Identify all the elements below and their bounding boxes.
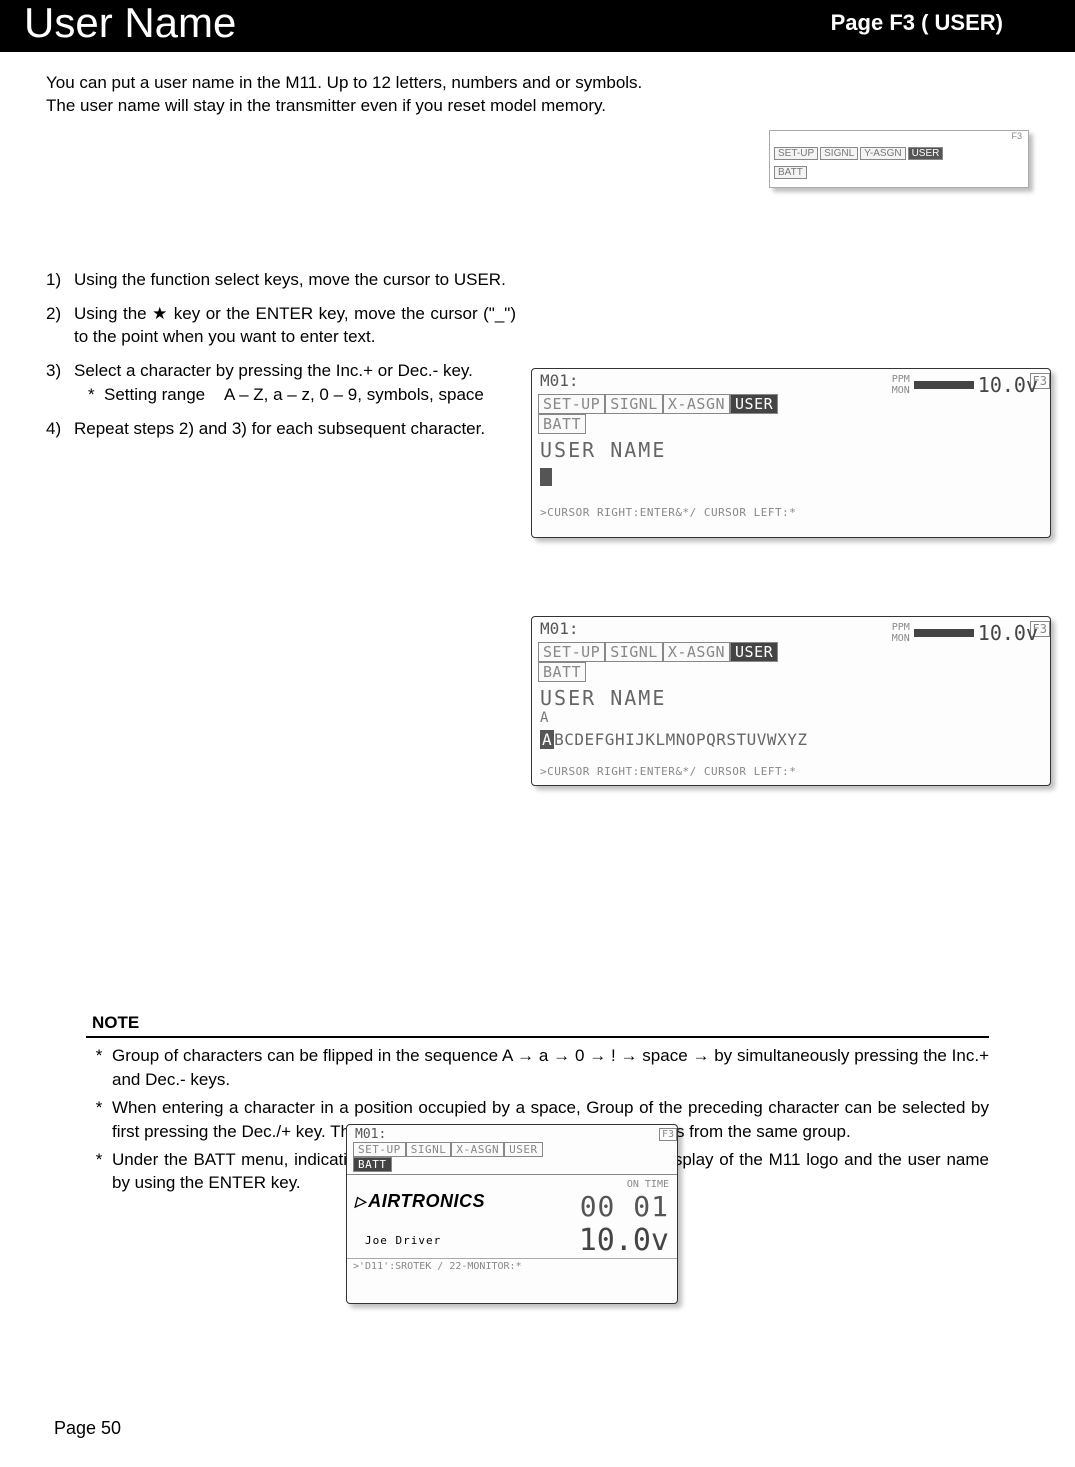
corner-tab-batt: BATT bbox=[774, 166, 807, 179]
user-name-label-2: USER NAME bbox=[540, 686, 1042, 710]
corner-fs-label: F3 bbox=[770, 131, 1028, 141]
bullet-star: * bbox=[86, 1044, 112, 1092]
tab-setup-2: SET-UP bbox=[538, 642, 605, 662]
tab-signl: SIGNL bbox=[605, 394, 663, 414]
screenshot-1: M01: F3 PPMMON 10.0v SET-UP SIGNL X-ASGN… bbox=[531, 368, 1051, 538]
corner-tab-yasgn: Y-ASGN bbox=[860, 147, 905, 160]
note-divider bbox=[86, 1036, 989, 1038]
fs-badge-3: F3 bbox=[659, 1128, 677, 1141]
page-label: Page F3 ( USER) bbox=[831, 10, 1063, 36]
step-4-body: Repeat steps 2) and 3) for each subseque… bbox=[74, 417, 516, 441]
intro-text: You can put a user name in the M11. Up t… bbox=[46, 72, 766, 118]
mo1-label: M01: bbox=[540, 371, 579, 390]
step-3: 3) Select a character by pressing the In… bbox=[46, 359, 516, 407]
corner-tab-setup: SET-UP bbox=[774, 147, 818, 160]
voltage-reading-1: 10.0v bbox=[978, 373, 1044, 397]
step-3-sub-star: * bbox=[88, 383, 104, 407]
intro-line-1: You can put a user name in the M11. Up t… bbox=[46, 72, 766, 95]
tab-xasgn-3: X-ASGN bbox=[451, 1142, 504, 1157]
tab-setup-3: SET-UP bbox=[353, 1142, 406, 1157]
tab-user-3: USER bbox=[504, 1142, 543, 1157]
tab-setup: SET-UP bbox=[538, 394, 605, 414]
help-line-1: >CURSOR RIGHT:ENTER&*/ CURSOR LEFT:* bbox=[540, 506, 1042, 519]
page-number: Page 50 bbox=[54, 1418, 121, 1439]
user-name-label-1: USER NAME bbox=[540, 438, 1042, 462]
user-name-value: Joe Driver bbox=[355, 1234, 441, 1247]
corner-screenshot: F3 SET-UP SIGNL Y-ASGN USER BATT bbox=[769, 130, 1029, 188]
note-1: Group of characters can be flipped in th… bbox=[112, 1044, 989, 1092]
tab-user-2: USER bbox=[730, 642, 778, 662]
arrow-icon: ▷ bbox=[355, 1193, 366, 1210]
tab-xasgn: X-ASGN bbox=[663, 394, 730, 414]
step-3-body: Select a character by pressing the Inc.+… bbox=[74, 361, 473, 380]
gauge-bar bbox=[914, 381, 974, 389]
tab-signl-3: SIGNL bbox=[406, 1142, 452, 1157]
tab-signl-2: SIGNL bbox=[605, 642, 663, 662]
step-3-sub-label: Setting range bbox=[104, 383, 224, 407]
step-1-num: 1) bbox=[46, 268, 74, 292]
mo1-label-3: M01: bbox=[355, 1127, 386, 1142]
voltage-reading-3: 10.0v bbox=[579, 1223, 669, 1258]
bottom-help-line: >'D11':SROTEK / 22-MONITOR:* bbox=[347, 1258, 677, 1274]
tab-user: USER bbox=[730, 394, 778, 414]
bullet-star: * bbox=[86, 1148, 112, 1196]
corner-tab-signl: SIGNL bbox=[820, 147, 858, 160]
tab-batt-3: BATT bbox=[353, 1157, 392, 1172]
step-2: 2) Using the ★ key or the ENTER key, mov… bbox=[46, 302, 516, 350]
airtronics-text: AIRTRONICS bbox=[368, 1191, 485, 1212]
timer-digits: 00 01 bbox=[580, 1190, 669, 1223]
highlighted-char: A bbox=[540, 730, 554, 749]
corner-tab-user: USER bbox=[908, 147, 944, 160]
step-4-num: 4) bbox=[46, 417, 74, 441]
note-title: NOTE bbox=[86, 1011, 989, 1035]
step-3-sub-val: A – Z, a – z, 0 – 9, symbols, space bbox=[224, 383, 484, 407]
page-header: User Name Page F3 ( USER) bbox=[0, 0, 1075, 52]
tab-batt-2: BATT bbox=[538, 662, 586, 682]
screenshot-2: M01: F3 PPMMON 10.0v SET-UP SIGNL X-ASGN… bbox=[531, 616, 1051, 786]
step-1-body: Using the function select keys, move the… bbox=[74, 268, 516, 292]
step-2-body: Using the ★ key or the ENTER key, move t… bbox=[74, 302, 516, 350]
help-line-2: >CURSOR RIGHT:ENTER&*/ CURSOR LEFT:* bbox=[540, 765, 1042, 778]
page-title: User Name bbox=[24, 2, 236, 44]
voltage-reading-2: 10.0v bbox=[978, 621, 1044, 645]
timer-label: ON TIME bbox=[580, 1179, 669, 1190]
cursor-icon bbox=[540, 468, 552, 486]
gauge-bar-2 bbox=[914, 629, 974, 637]
intro-line-2: The user name will stay in the transmitt… bbox=[46, 95, 766, 118]
step-3-num: 3) bbox=[46, 359, 74, 407]
bullet-star: * bbox=[86, 1096, 112, 1144]
alphabet-row: BCDEFGHIJKLMNOPQRSTUVWXYZ bbox=[554, 730, 807, 749]
tab-batt: BATT bbox=[538, 414, 586, 434]
step-4: 4) Repeat steps 2) and 3) for each subse… bbox=[46, 417, 516, 441]
step-2-num: 2) bbox=[46, 302, 74, 350]
screenshot-3: M01: F3 SET-UP SIGNL X-ASGN USER BATT ▷ … bbox=[346, 1124, 678, 1304]
step-1: 1) Using the function select keys, move … bbox=[46, 268, 516, 292]
steps-list: 1) Using the function select keys, move … bbox=[46, 268, 516, 441]
tab-xasgn-2: X-ASGN bbox=[663, 642, 730, 662]
airtronics-logo: ▷ AIRTRONICS bbox=[355, 1191, 485, 1212]
mo1-label-2: M01: bbox=[540, 619, 579, 638]
